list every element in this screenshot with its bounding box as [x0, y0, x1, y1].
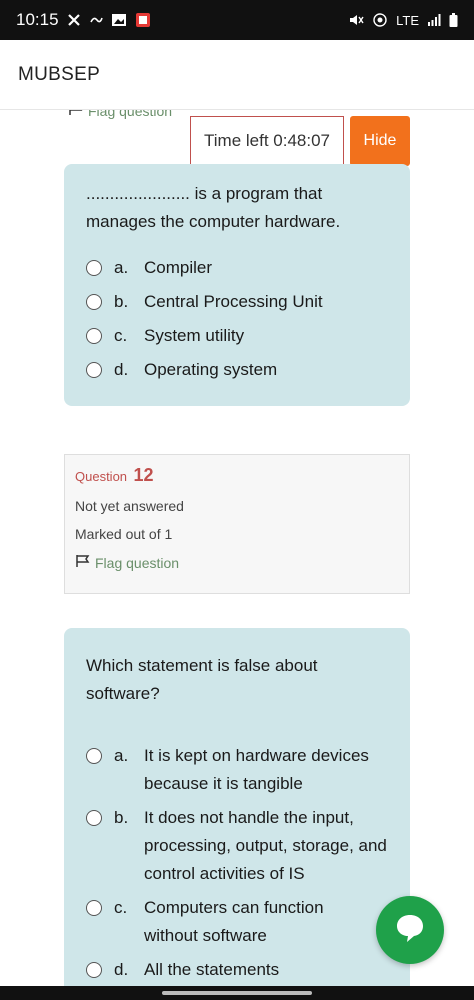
question-11-blank: ...................... [86, 184, 190, 203]
radio-button[interactable] [86, 900, 102, 916]
question-number: 12 [133, 465, 154, 485]
flag-question-link[interactable]: Flag question [75, 554, 399, 571]
q11-option-a[interactable]: a. Compiler [86, 254, 388, 282]
app-bar: MUBSEP [0, 40, 474, 110]
radio-button[interactable] [86, 810, 102, 826]
radio-button[interactable] [86, 748, 102, 764]
q11-option-c[interactable]: c. System utility [86, 322, 388, 350]
q11-option-d[interactable]: d. Operating system [86, 356, 388, 384]
option-letter: d. [114, 960, 129, 979]
mute-icon [348, 13, 364, 27]
question-11-text: ...................... is a program that… [86, 180, 388, 236]
app-title: MUBSEP [18, 63, 101, 85]
question-12-info: Question 12 Not yet answered Marked out … [64, 454, 410, 594]
option-letter: b. [114, 292, 129, 311]
chat-bubble-icon [393, 911, 427, 950]
radio-button[interactable] [86, 962, 102, 978]
radio-button[interactable] [86, 328, 102, 344]
q12-option-c[interactable]: c. Computers can function without softwa… [86, 894, 388, 950]
link-icon [89, 14, 103, 26]
q11-option-b[interactable]: b. Central Processing Unit [86, 288, 388, 316]
flag-question-label: Flag question [95, 554, 180, 571]
quiz-content[interactable]: Flag question Time left 0:48:07 Hide ...… [0, 110, 474, 986]
time-left-display: Time left 0:48:07 [190, 116, 344, 166]
option-text: Central Processing Unit [144, 292, 323, 311]
option-letter: c. [114, 326, 128, 345]
marks-info: Marked out of 1 [75, 526, 173, 542]
system-nav-bar [0, 986, 474, 1000]
question-12-card: Which statement is false about software?… [64, 628, 410, 986]
flag-icon [75, 554, 91, 571]
option-letter: d. [114, 360, 129, 379]
option-text: Compiler [144, 258, 213, 277]
option-text: All the statements [144, 960, 280, 979]
flag-icon [68, 110, 84, 119]
signal-icon [427, 14, 441, 26]
prev-flag-question-label: Flag question [88, 110, 173, 119]
battery-icon [449, 13, 458, 27]
red-app-icon [135, 12, 151, 28]
option-letter: b. [114, 808, 129, 827]
option-text: It does not handle the input, processing… [144, 808, 387, 883]
question-11-card: ...................... is a program that… [64, 164, 410, 406]
prev-flag-question-link[interactable]: Flag question [68, 110, 172, 119]
hide-timer-button[interactable]: Hide [350, 116, 410, 166]
option-letter: a. [114, 746, 129, 765]
question-label: Question [75, 469, 128, 484]
wifi-icon [372, 13, 388, 27]
status-bar: 10:15 LTE [0, 0, 474, 40]
question-11-options: a. Compiler b. Central Processing Unit c… [86, 254, 388, 384]
option-text: System utility [144, 326, 245, 345]
option-text: It is kept on hardware devices because i… [144, 746, 369, 793]
question-12-options: a. It is kept on hardware devices becaus… [86, 742, 388, 984]
x-app-icon [67, 13, 81, 27]
option-text: Operating system [144, 360, 278, 379]
radio-button[interactable] [86, 260, 102, 276]
gallery-icon [111, 13, 127, 27]
chat-button[interactable] [376, 896, 444, 964]
option-text: Computers can function without software [144, 898, 324, 945]
q12-option-d[interactable]: d. All the statements [86, 956, 388, 984]
radio-button[interactable] [86, 362, 102, 378]
status-time: 10:15 [16, 10, 59, 29]
radio-button[interactable] [86, 294, 102, 310]
question-12-heading: Question 12 [75, 465, 399, 486]
answer-status: Not yet answered [75, 498, 184, 514]
q12-option-b[interactable]: b. It does not handle the input, process… [86, 804, 388, 888]
network-type: LTE [396, 12, 419, 28]
option-letter: a. [114, 258, 129, 277]
q12-option-a[interactable]: a. It is kept on hardware devices becaus… [86, 742, 388, 798]
option-letter: c. [114, 898, 128, 917]
question-12-text: Which statement is false about software? [86, 656, 318, 703]
home-gesture-pill[interactable] [162, 991, 312, 995]
